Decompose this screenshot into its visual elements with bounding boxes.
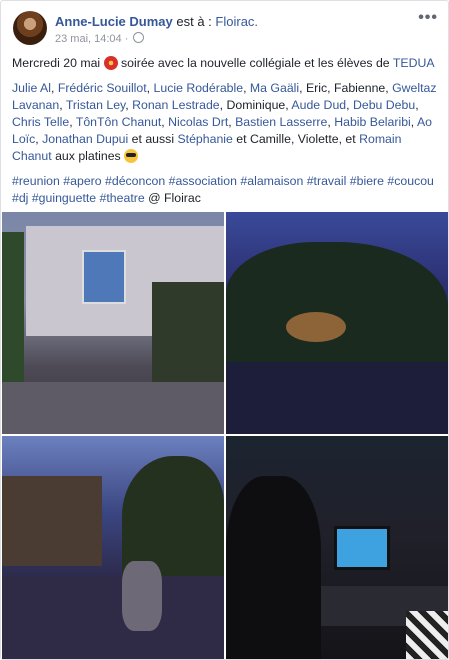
- hashtag-link[interactable]: #guinguette: [32, 191, 96, 205]
- tag-text: aux platines: [55, 149, 121, 163]
- tag-link[interactable]: Nicolas Drt: [168, 115, 228, 129]
- globe-icon[interactable]: [133, 32, 145, 43]
- hashtag-link[interactable]: #travail: [307, 174, 347, 188]
- photo-3[interactable]: [2, 436, 224, 659]
- hashtag-link[interactable]: #déconcon: [105, 174, 165, 188]
- tagged-people: Julie Al, Frédéric Souillot, Lucie Rodér…: [12, 81, 437, 163]
- sunglasses-emoji-icon: [124, 149, 139, 163]
- hashtag-link[interactable]: #reunion: [12, 174, 60, 188]
- place-suffix: @ Floirac: [148, 191, 201, 205]
- tag-link[interactable]: TônTôn Chanut: [76, 115, 161, 129]
- hashtag-link[interactable]: #theatre: [100, 191, 145, 205]
- tag-link[interactable]: Ma Gaäli: [250, 81, 299, 95]
- author-line: Anne-Lucie Dumay est à : Floirac.: [55, 14, 258, 29]
- tag-link[interactable]: Tristan Ley: [66, 98, 125, 112]
- tag-link[interactable]: Jonathan Dupui: [42, 132, 128, 146]
- timestamp[interactable]: 23 mai, 14:04: [55, 33, 122, 45]
- photo-2[interactable]: [226, 212, 448, 434]
- post-card: Anne-Lucie Dumay est à : Floirac. 23 mai…: [0, 0, 449, 660]
- flower-emoji-icon: [103, 56, 118, 70]
- post-text: Mercredi 20 mai soirée avec la nouvelle …: [12, 55, 440, 215]
- post-header: Anne-Lucie Dumay est à : Floirac. 23 mai…: [13, 9, 438, 47]
- tag-link[interactable]: Debu Debu: [353, 98, 415, 112]
- tag-link[interactable]: Julie Al: [12, 81, 51, 95]
- post-meta: 23 mai, 14:04 ·: [55, 32, 145, 45]
- line1-start: Mercredi 20 mai: [12, 56, 101, 70]
- photo-grid: [2, 212, 448, 659]
- tedua-link[interactable]: TEDUA: [393, 56, 435, 70]
- location-link[interactable]: Floirac.: [215, 14, 258, 29]
- author-link[interactable]: Anne-Lucie Dumay: [55, 14, 173, 29]
- tag-link[interactable]: Aude Dud: [291, 98, 346, 112]
- hashtags: #reunion #apero #déconcon #association #…: [12, 173, 440, 207]
- tag-link[interactable]: Bastien Lasserre: [235, 115, 327, 129]
- hashtag-link[interactable]: #apero: [63, 174, 101, 188]
- meta-separator: ·: [124, 33, 129, 45]
- hashtag-link[interactable]: #association: [169, 174, 237, 188]
- tag-text: Eric, Fabienne,: [305, 81, 393, 95]
- avatar[interactable]: [13, 11, 47, 45]
- hashtag-link[interactable]: #dj: [12, 191, 28, 205]
- tag-link[interactable]: Stéphanie: [177, 132, 232, 146]
- post-line-1: Mercredi 20 mai soirée avec la nouvelle …: [12, 55, 440, 72]
- photo-1[interactable]: [2, 212, 224, 434]
- tag-link[interactable]: Ronan Lestrade: [132, 98, 220, 112]
- hashtag-link[interactable]: #alamaison: [240, 174, 303, 188]
- est-a-label: est à :: [176, 14, 212, 29]
- hashtag-link[interactable]: #biere: [350, 174, 384, 188]
- line1-mid: soirée avec la nouvelle collégiale et le…: [121, 56, 390, 70]
- tag-link[interactable]: Chris Telle: [12, 115, 69, 129]
- tag-link[interactable]: Habib Belaribi: [334, 115, 411, 129]
- tag-text: et Camille, Violette, et: [236, 132, 360, 146]
- tag-link[interactable]: Frédéric Souillot: [58, 81, 147, 95]
- more-options-icon[interactable]: •••: [418, 9, 438, 27]
- hashtag-link[interactable]: #coucou: [387, 174, 434, 188]
- tag-link[interactable]: Lucie Rodérable: [154, 81, 244, 95]
- tag-text: et aussi: [131, 132, 178, 146]
- photo-4[interactable]: [226, 436, 448, 659]
- tag-text: Dominique,: [226, 98, 292, 112]
